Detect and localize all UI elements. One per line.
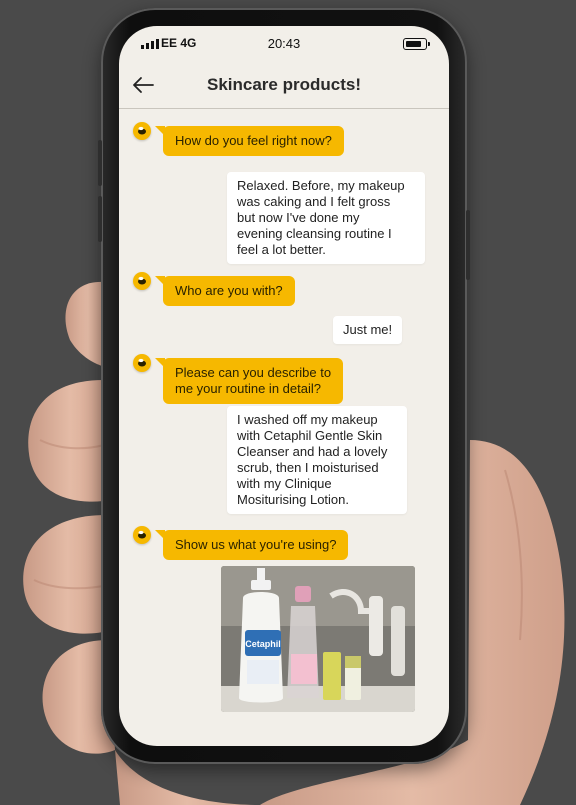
message-line: Cleanser and had a lovely — [237, 444, 388, 459]
bot-message-text: Who are you with? — [175, 283, 283, 298]
bee-icon — [138, 126, 146, 135]
bot-message: Who are you with? — [155, 276, 295, 306]
bot-message-text: me your routine in detail? — [175, 381, 321, 396]
bot-avatar — [133, 272, 151, 290]
power-button — [466, 210, 470, 280]
bot-avatar — [133, 354, 151, 372]
bot-message: How do you feel right now? — [155, 126, 344, 156]
status-bar: EE 4G 20:43 — [119, 26, 449, 64]
side-button — [98, 140, 102, 186]
clock: 20:43 — [267, 36, 301, 51]
skincare-products-photo: Cetaphil — [221, 566, 415, 712]
message-line: I washed off my makeup — [237, 412, 378, 427]
user-photo-attachment[interactable]: Cetaphil — [221, 566, 415, 712]
bot-message: Please can you describe to me your routi… — [154, 358, 344, 404]
message-line: Just me! — [343, 322, 393, 337]
message-line: was caking and I felt gross — [237, 194, 391, 209]
message-line: with Cetaphil Gentle Skin — [237, 428, 383, 443]
message-line: Relaxed. Before, my makeup — [237, 178, 405, 193]
message-line: Mositurising Lotion. — [237, 492, 349, 507]
bot-avatar — [133, 526, 151, 544]
message-line: scrub, then I moisturised — [237, 460, 379, 475]
message-line: but now I've done my — [237, 210, 360, 225]
user-message: Just me! — [333, 316, 403, 344]
bottle-label: Cetaphil — [245, 639, 281, 649]
bee-icon — [138, 530, 146, 539]
bee-icon — [138, 276, 146, 285]
bot-message-text: How do you feel right now? — [175, 133, 332, 148]
message-line: feel a lot better. — [237, 242, 326, 257]
battery-icon — [403, 38, 430, 50]
bot-message: Show us what you're using? — [154, 530, 349, 560]
bot-avatar — [133, 122, 151, 140]
bot-message-text: Please can you describe to — [175, 365, 332, 380]
phone-screen: EE 4G 20:43 Skincare products! How do yo… — [119, 26, 449, 746]
side-button — [98, 196, 102, 242]
page-title: Skincare products! — [207, 75, 361, 94]
bot-message-text: Show us what you're using? — [175, 537, 337, 552]
chat-header: Skincare products! — [119, 64, 449, 109]
chat-thread: How do you feel right now? Relaxed. Befo… — [119, 110, 449, 746]
bee-icon — [138, 358, 146, 367]
user-message: I washed off my makeup with Cetaphil Gen… — [227, 406, 407, 514]
message-line: evening cleansing routine I — [237, 226, 392, 241]
message-line: with my Clinique — [237, 476, 332, 491]
user-message: Relaxed. Before, my makeup was caking an… — [227, 172, 425, 264]
